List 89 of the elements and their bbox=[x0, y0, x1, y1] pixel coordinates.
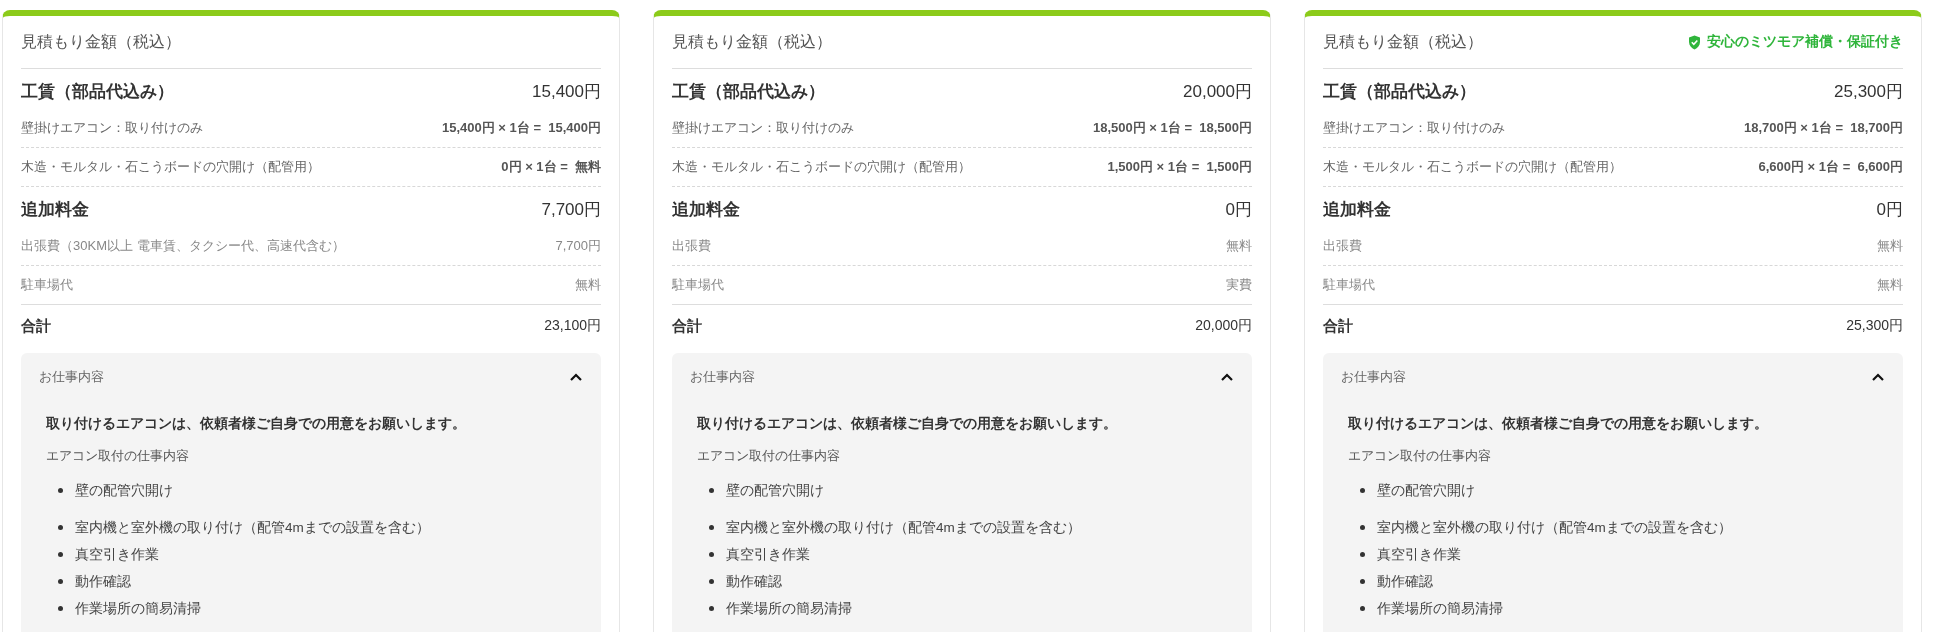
total-amount: 23,100円 bbox=[544, 317, 601, 335]
bullet-icon bbox=[1360, 488, 1365, 493]
line-item-label: 駐車場代 bbox=[21, 276, 73, 294]
badge-text: 安心のミツモア補償・保証付き bbox=[1707, 33, 1903, 51]
details-header[interactable]: お仕事内容 bbox=[672, 353, 1252, 401]
task-item: 壁の配管穴開け bbox=[726, 481, 824, 500]
line-item-label: 駐車場代 bbox=[672, 276, 724, 294]
task-item: 真空引き作業 bbox=[1377, 545, 1461, 564]
details-title: お仕事内容 bbox=[1341, 368, 1406, 386]
card-title: 見積もり金額（税込） bbox=[1323, 31, 1483, 52]
line-item-price: 18,500円 × 1台 = 18,500円 bbox=[1093, 119, 1252, 137]
details-header[interactable]: お仕事内容 bbox=[1323, 353, 1903, 401]
section-title: 追加料金 bbox=[672, 198, 740, 221]
line-item-price: 無料 bbox=[1877, 276, 1903, 294]
bullet-icon bbox=[709, 525, 714, 530]
line-item-price: 無料 bbox=[1226, 237, 1252, 255]
section-title: 工賃（部品代込み） bbox=[21, 80, 174, 103]
task-item: 室内機と室外機の取り付け（配管4mまでの設置を含む） bbox=[1377, 518, 1732, 537]
task-item: 動作確認 bbox=[1377, 572, 1433, 591]
line-item-price: 実費 bbox=[1226, 276, 1252, 294]
task-item: 壁の配管穴開け bbox=[1377, 481, 1475, 500]
total-label: 合計 bbox=[21, 316, 51, 336]
total-amount: 25,300円 bbox=[1846, 317, 1903, 335]
bullet-icon bbox=[58, 579, 63, 584]
card-title: 見積もり金額（税込） bbox=[672, 31, 832, 52]
line-item-label: 壁掛けエアコン：取り付けのみ bbox=[1323, 119, 1505, 137]
task-item: 作業場所の簡易清掃 bbox=[75, 599, 201, 618]
section-title: 工賃（部品代込み） bbox=[1323, 80, 1476, 103]
line-item-price: 無料 bbox=[1877, 237, 1903, 255]
line-item-price: 18,700円 × 1台 = 18,700円 bbox=[1744, 119, 1903, 137]
line-item-label: 壁掛けエアコン：取り付けのみ bbox=[21, 119, 203, 137]
total-amount: 20,000円 bbox=[1195, 317, 1252, 335]
line-item-price: 1,500円 × 1台 = 1,500円 bbox=[1107, 158, 1252, 176]
line-item-label: 出張費（30KM以上 電車賃、タクシー代、高速代含む） bbox=[21, 237, 345, 255]
notice-text: 取り付けるエアコンは、依頼者様ご自身での用意をお願いします。 bbox=[697, 415, 1118, 433]
line-item-label: 木造・モルタル・石こうボードの穴開け（配管用） bbox=[21, 158, 320, 176]
section-title: 追加料金 bbox=[1323, 198, 1391, 221]
line-item-label: 壁掛けエアコン：取り付けのみ bbox=[672, 119, 854, 137]
total-label: 合計 bbox=[1323, 316, 1353, 336]
section-amount: 0円 bbox=[1876, 198, 1903, 221]
bullet-icon bbox=[58, 606, 63, 611]
bullet-icon bbox=[58, 525, 63, 530]
line-item-label: 木造・モルタル・石こうボードの穴開け（配管用） bbox=[1323, 158, 1622, 176]
section-title: 工賃（部品代込み） bbox=[672, 80, 825, 103]
task-item: 作業場所の簡易清掃 bbox=[726, 599, 852, 618]
line-item-label: 出張費 bbox=[672, 237, 711, 255]
notice-text: 取り付けるエアコンは、依頼者様ご自身での用意をお願いします。 bbox=[1348, 415, 1769, 433]
details-header[interactable]: お仕事内容 bbox=[21, 353, 601, 401]
bullet-icon bbox=[1360, 525, 1365, 530]
card-title: 見積もり金額（税込） bbox=[21, 31, 181, 52]
task-item: 真空引き作業 bbox=[75, 545, 159, 564]
task-item: 動作確認 bbox=[75, 572, 131, 591]
line-item-price: 15,400円 × 1台 = 15,400円 bbox=[442, 119, 601, 137]
bullet-icon bbox=[709, 579, 714, 584]
bullet-icon bbox=[1360, 579, 1365, 584]
details-subtitle: エアコン取付の仕事内容 bbox=[697, 447, 841, 465]
line-item-price: 無料 bbox=[575, 276, 601, 294]
section-amount: 20,000円 bbox=[1183, 80, 1252, 103]
task-item: 室内機と室外機の取り付け（配管4mまでの設置を含む） bbox=[726, 518, 1081, 537]
bullet-icon bbox=[709, 606, 714, 611]
total-label: 合計 bbox=[672, 316, 702, 336]
bullet-icon bbox=[1360, 606, 1365, 611]
task-item: 動作確認 bbox=[726, 572, 782, 591]
line-item-label: 出張費 bbox=[1323, 237, 1362, 255]
section-amount: 7,700円 bbox=[541, 198, 601, 221]
task-item: 壁の配管穴開け bbox=[75, 481, 173, 500]
details-title: お仕事内容 bbox=[39, 368, 104, 386]
shield-check-icon bbox=[1688, 34, 1701, 50]
bullet-icon bbox=[58, 552, 63, 557]
section-title: 追加料金 bbox=[21, 198, 89, 221]
task-item: 室内機と室外機の取り付け（配管4mまでの設置を含む） bbox=[75, 518, 430, 537]
details-subtitle: エアコン取付の仕事内容 bbox=[46, 447, 190, 465]
line-item-price: 7,700円 bbox=[555, 237, 601, 255]
details-subtitle: エアコン取付の仕事内容 bbox=[1348, 447, 1492, 465]
line-item-label: 駐車場代 bbox=[1323, 276, 1375, 294]
details-title: お仕事内容 bbox=[690, 368, 755, 386]
task-item: 作業場所の簡易清掃 bbox=[1377, 599, 1503, 618]
bullet-icon bbox=[709, 552, 714, 557]
section-amount: 15,400円 bbox=[532, 80, 601, 103]
section-amount: 0円 bbox=[1225, 198, 1252, 221]
bullet-icon bbox=[709, 488, 714, 493]
notice-text: 取り付けるエアコンは、依頼者様ご自身での用意をお願いします。 bbox=[46, 415, 467, 433]
section-amount: 25,300円 bbox=[1834, 80, 1903, 103]
task-item: 真空引き作業 bbox=[726, 545, 810, 564]
bullet-icon bbox=[58, 488, 63, 493]
bullet-icon bbox=[1360, 552, 1365, 557]
line-item-label: 木造・モルタル・石こうボードの穴開け（配管用） bbox=[672, 158, 971, 176]
line-item-price: 0円 × 1台 = 無料 bbox=[501, 158, 601, 176]
line-item-price: 6,600円 × 1台 = 6,600円 bbox=[1758, 158, 1903, 176]
